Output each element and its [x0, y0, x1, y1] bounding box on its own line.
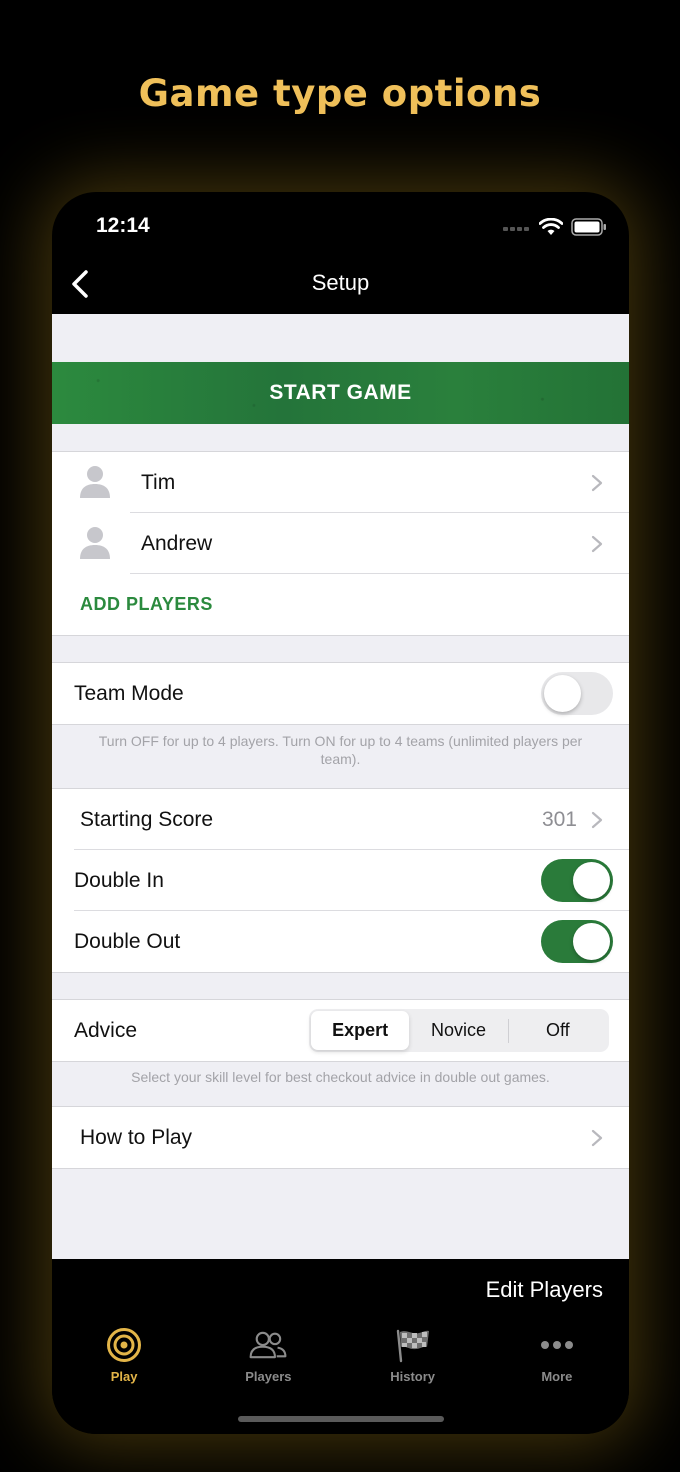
team-mode-footnote: Turn OFF for up to 4 players. Turn ON fo…: [98, 733, 583, 767]
starting-score-row[interactable]: Starting Score 301: [52, 789, 629, 850]
toggle-knob: [573, 862, 610, 899]
tab-play[interactable]: Play: [52, 1327, 196, 1387]
how-to-play-row[interactable]: How to Play: [52, 1107, 629, 1168]
double-in-toggle[interactable]: [541, 859, 613, 902]
chevron-right-icon: [591, 1129, 603, 1147]
start-game-label: START GAME: [269, 381, 412, 404]
home-indicator: [238, 1416, 444, 1422]
start-game-button[interactable]: START GAME: [52, 362, 629, 424]
advice-option-novice[interactable]: Novice: [409, 1011, 507, 1050]
chevron-right-icon: [591, 535, 603, 553]
cellular-signal-icon: [503, 227, 529, 231]
person-avatar-icon: [80, 466, 110, 498]
navigation-bar: Setup: [52, 254, 629, 314]
advice-option-off[interactable]: Off: [509, 1011, 607, 1050]
add-players-button[interactable]: ADD PLAYERS: [52, 594, 213, 615]
wifi-icon: [539, 218, 563, 235]
advice-label: Advice: [74, 1018, 138, 1042]
game-options-section: Starting Score 301 Double In Double Out: [52, 788, 629, 973]
team-mode-toggle[interactable]: [541, 672, 613, 715]
toggle-knob: [573, 923, 610, 960]
status-icons: [503, 218, 607, 236]
bottom-area: Edit Players Play Players History More: [52, 1259, 629, 1434]
player-name: Tim: [141, 470, 176, 494]
advice-row: Advice Expert Novice Off: [52, 1000, 629, 1061]
double-out-label: Double Out: [74, 929, 181, 953]
how-to-play-section: How to Play: [52, 1106, 629, 1169]
double-out-toggle[interactable]: [541, 920, 613, 963]
tab-bar: Play Players History More: [52, 1327, 629, 1387]
starting-score-value: 301: [541, 807, 577, 831]
tab-label: Play: [110, 1369, 138, 1384]
player-name: Andrew: [141, 531, 213, 555]
player-row[interactable]: Tim: [52, 452, 629, 513]
toggle-knob: [544, 675, 581, 712]
edit-players-button[interactable]: Edit Players: [486, 1277, 603, 1303]
checkered-flag-icon: [396, 1329, 429, 1363]
players-section: Tim Andrew ADD PLAYERS: [52, 451, 629, 636]
tab-label: History: [390, 1369, 436, 1384]
chevron-right-icon: [591, 811, 603, 829]
promo-title: Game type options: [138, 72, 542, 115]
advice-footnote: Select your skill level for best checkou…: [131, 1069, 550, 1085]
advice-segmented-control: Expert Novice Off: [309, 1009, 609, 1052]
tab-history[interactable]: History: [341, 1327, 485, 1387]
ellipsis-icon: [540, 1341, 573, 1349]
add-players-row[interactable]: ADD PLAYERS: [52, 574, 629, 635]
double-in-label: Double In: [74, 868, 164, 892]
status-bar: 12:14: [52, 192, 629, 254]
status-time: 12:14: [96, 214, 150, 237]
target-icon: [107, 1328, 142, 1362]
tab-label: More: [541, 1369, 573, 1384]
double-out-row: Double Out: [52, 911, 629, 972]
team-mode-label: Team Mode: [74, 681, 184, 705]
chevron-right-icon: [591, 474, 603, 492]
player-row[interactable]: Andrew: [52, 513, 629, 574]
setup-content: START GAME Tim Andrew ADD PLAYERS Team M…: [52, 314, 629, 1259]
team-mode-section: Team Mode: [52, 662, 629, 725]
double-in-row: Double In: [52, 850, 629, 911]
team-mode-row: Team Mode: [52, 663, 629, 724]
battery-icon: [571, 218, 606, 236]
advice-section: Advice Expert Novice Off: [52, 999, 629, 1062]
tab-players[interactable]: Players: [196, 1327, 340, 1387]
advice-option-expert[interactable]: Expert: [311, 1011, 410, 1050]
tab-more[interactable]: More: [485, 1327, 629, 1387]
how-to-play-label: How to Play: [80, 1125, 193, 1149]
people-icon: [249, 1331, 287, 1359]
starting-score-label: Starting Score: [80, 807, 214, 831]
nav-title: Setup: [311, 270, 370, 295]
tab-label: Players: [245, 1369, 292, 1384]
phone-frame: 12:14 Setup START GAME Tim Andrew ADD PL…: [52, 192, 629, 1434]
person-avatar-icon: [80, 527, 110, 559]
